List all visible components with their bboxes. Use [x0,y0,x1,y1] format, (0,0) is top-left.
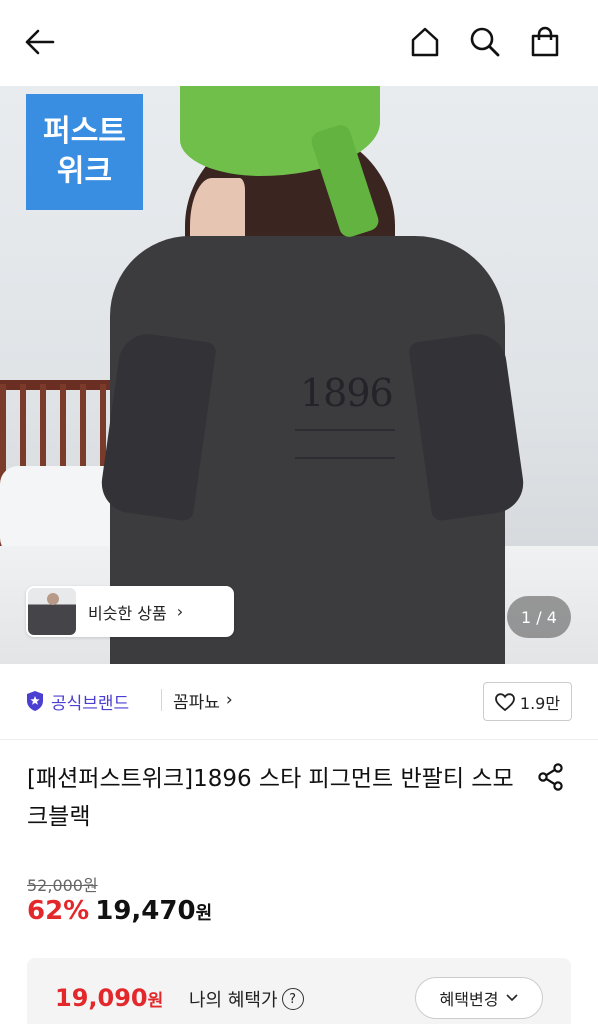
benefit-label-text: 나의 혜택가 [189,990,278,1011]
like-button[interactable]: 1.9만 [483,682,572,721]
badge-line2: 위크 [56,154,113,189]
original-price: 52,000원 [27,876,98,895]
change-benefit-button[interactable]: 혜택변경 [415,977,543,1019]
change-benefit-label: 혜택변경 [439,990,499,1009]
store-link[interactable]: 꼼파뇨 › [173,686,233,714]
benefit-price-unit: 원 [147,991,164,1011]
product-title: [패션퍼스트위크]1896 스타 피그먼트 반팔티 스모크블랙 [27,766,514,830]
official-brand-label: 공식브랜드 [51,693,130,714]
chevron-down-icon [506,994,519,1002]
sale-price: 19,470 [95,896,196,926]
like-count: 1.9만 [519,693,561,713]
price-row: 62% 19,470 원 [27,896,212,936]
top-bar [0,0,598,86]
heart-icon [495,692,515,711]
tshirt-print-graphic [295,429,395,459]
share-icon[interactable] [532,758,570,796]
discount-rate: 62% [27,896,90,926]
benefit-price: 19,090 원 [55,984,163,1012]
badge-line1: 퍼스트 [43,114,126,149]
shopping-bag-icon[interactable] [525,22,565,62]
search-icon[interactable] [465,22,505,62]
store-name: 꼼파뇨 [173,692,220,713]
divider [161,689,162,711]
benefit-label: 나의 혜택가 ? [189,986,304,1012]
similar-products-button[interactable]: 비슷한 상품 › [26,586,234,637]
similar-product-thumbnail [28,588,76,635]
similar-products-label: 비슷한 상품 [88,603,167,623]
help-icon[interactable]: ? [281,988,304,1010]
home-icon[interactable] [405,22,445,62]
chevron-right-icon: › [225,690,233,710]
shield-star-icon [27,691,43,711]
image-pager: 1 / 4 [507,596,571,638]
benefit-price-value: 19,090 [55,984,148,1012]
chevron-right-icon: › [176,602,184,621]
fashion-first-week-badge: 퍼스트 위크 [26,94,143,210]
brand-row: 공식브랜드 꼼파뇨 › 1.9만 [0,664,598,740]
tshirt-print-text: 1896 [300,371,394,415]
back-arrow-icon[interactable] [20,22,60,62]
sale-price-unit: 원 [195,903,213,924]
benefit-price-box: 19,090 원 나의 혜택가 ? 혜택변경 [27,958,571,1024]
official-brand-badge: 공식브랜드 [25,688,129,714]
